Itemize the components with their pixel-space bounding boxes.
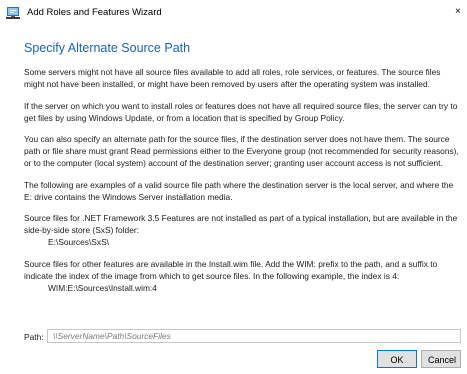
- ok-button[interactable]: OK: [377, 350, 417, 368]
- cancel-button[interactable]: Cancel: [421, 350, 461, 368]
- paragraph-missing-sources: Some servers might not have all source f…: [24, 67, 441, 89]
- path-input[interactable]: [47, 329, 461, 343]
- example-sxs: Source files for .NET Framework 3.5 Feat…: [24, 212, 461, 248]
- close-icon[interactable]: ×: [455, 6, 467, 20]
- example-sxs-path: E:\Sources\SxS\: [48, 237, 109, 247]
- paragraph-examples-intro: The following are examples of a valid so…: [24, 179, 454, 202]
- title-bar: Add Roles and Features Wizard ×: [0, 0, 467, 26]
- description-text: Some servers might not have all source f…: [24, 66, 461, 303]
- paragraph-permissions: You can also specify an alternate path f…: [24, 134, 459, 168]
- paragraph-windows-update: If the server on which you want to insta…: [24, 100, 458, 123]
- path-row: Path:: [24, 329, 462, 345]
- example-sxs-text: Source files for .NET Framework 3.5 Feat…: [24, 213, 458, 235]
- example-wim-path: WIM:E:\Sources\Install.wim:4: [48, 282, 157, 293]
- example-wim: Source files for other features are avai…: [24, 258, 461, 294]
- server-manager-icon: [6, 6, 20, 20]
- window-title: Add Roles and Features Wizard: [27, 7, 162, 18]
- example-wim-text: Source files for other features are avai…: [24, 258, 438, 281]
- wizard-window: Add Roles and Features Wizard × Specify …: [0, 0, 467, 374]
- page-title: Specify Alternate Source Path: [24, 41, 191, 55]
- path-label: Path:: [24, 332, 44, 342]
